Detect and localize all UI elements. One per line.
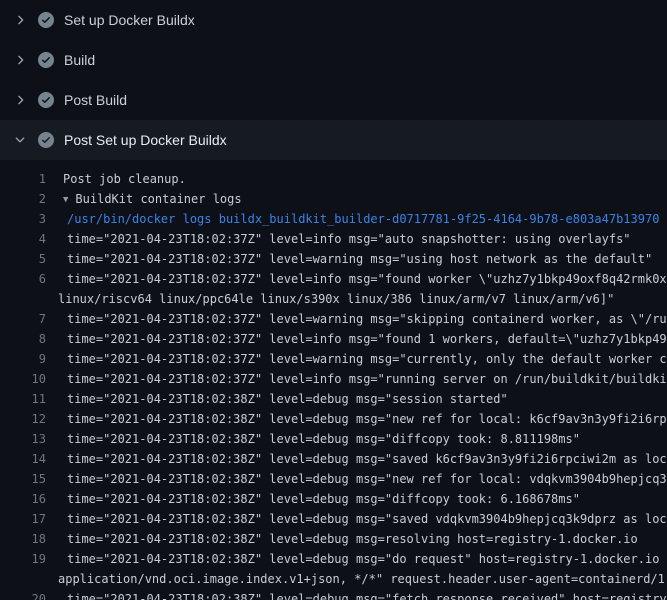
group-collapse-toggle-icon[interactable]: ▼	[63, 190, 68, 209]
log-line-continuation: application/vnd.oci.image.index.v1+json,…	[0, 569, 667, 589]
check-circle-icon	[38, 132, 54, 148]
log-text: time="2021-04-23T18:02:38Z" level=debug …	[67, 469, 667, 489]
chevron-right-icon	[12, 92, 28, 108]
log-text: time="2021-04-23T18:02:38Z" level=debug …	[67, 409, 667, 429]
line-number[interactable]: 13	[0, 429, 46, 449]
line-number[interactable]: 16	[0, 489, 46, 509]
log-text: time="2021-04-23T18:02:37Z" level=warnin…	[67, 309, 667, 329]
log-text: time="2021-04-23T18:02:37Z" level=info m…	[67, 369, 667, 389]
step-label: Set up Docker Buildx	[64, 12, 195, 28]
log-text: time="2021-04-23T18:02:38Z" level=debug …	[67, 549, 667, 569]
log-command-text: /usr/bin/docker logs buildx_buildkit_bui…	[67, 209, 659, 229]
log-line-4: 4 time="2021-04-23T18:02:37Z" level=info …	[0, 229, 667, 249]
log-line-7: 7 time="2021-04-23T18:02:37Z" level=warni…	[0, 309, 667, 329]
log-line-20: 20 time="2021-04-23T18:02:38Z" level=debu…	[0, 589, 667, 600]
step-header-post-set-up-docker-buildx[interactable]: Post Set up Docker Buildx	[0, 120, 667, 160]
log-text: time="2021-04-23T18:02:37Z" level=warnin…	[67, 349, 667, 369]
step-label: Build	[64, 52, 95, 68]
line-number[interactable]: 15	[0, 469, 46, 489]
log-line-12: 12 time="2021-04-23T18:02:38Z" level=debu…	[0, 409, 667, 429]
log-line-6: 6 time="2021-04-23T18:02:37Z" level=info …	[0, 269, 667, 289]
log-text: Post job cleanup.	[63, 169, 186, 189]
line-number[interactable]: 4	[0, 229, 46, 249]
log-group-header: ▼ BuildKit container logs	[63, 189, 242, 209]
log-text: application/vnd.oci.image.index.v1+json,…	[58, 569, 667, 589]
line-number	[0, 289, 46, 309]
line-number[interactable]: 3	[0, 209, 46, 229]
steps-list: Set up Docker Buildx Build Post Build Post …	[0, 0, 667, 160]
line-number[interactable]: 10	[0, 369, 46, 389]
log-line-19: 19 time="2021-04-23T18:02:38Z" level=debu…	[0, 549, 667, 569]
log-line-continuation: linux/riscv64 linux/ppc64le linux/s390x …	[0, 289, 667, 309]
step-label: Post Build	[64, 92, 127, 108]
log-line-14: 14 time="2021-04-23T18:02:38Z" level=debu…	[0, 449, 667, 469]
log-text: time="2021-04-23T18:02:38Z" level=debug …	[67, 429, 580, 449]
log-text: time="2021-04-23T18:02:38Z" level=debug …	[67, 589, 667, 600]
log-line-5: 5 time="2021-04-23T18:02:37Z" level=warni…	[0, 249, 667, 269]
line-number[interactable]: 14	[0, 449, 46, 469]
line-number[interactable]: 8	[0, 329, 46, 349]
step-header-post-build[interactable]: Post Build	[0, 80, 667, 120]
log-text: time="2021-04-23T18:02:38Z" level=debug …	[67, 389, 508, 409]
log-line-2: 2 ▼ BuildKit container logs	[0, 189, 667, 209]
line-number[interactable]: 7	[0, 309, 46, 329]
log-text: time="2021-04-23T18:02:38Z" level=debug …	[67, 509, 667, 529]
line-number	[0, 569, 46, 589]
line-number[interactable]: 17	[0, 509, 46, 529]
line-number[interactable]: 18	[0, 529, 46, 549]
log-line-11: 11 time="2021-04-23T18:02:38Z" level=debu…	[0, 389, 667, 409]
line-number[interactable]: 6	[0, 269, 46, 289]
line-number[interactable]: 19	[0, 549, 46, 569]
log-line-18: 18 time="2021-04-23T18:02:38Z" level=debu…	[0, 529, 667, 549]
check-circle-icon	[38, 12, 54, 28]
log-text: time="2021-04-23T18:02:38Z" level=debug …	[67, 489, 580, 509]
log-line-8: 8 time="2021-04-23T18:02:37Z" level=info …	[0, 329, 667, 349]
chevron-right-icon	[12, 12, 28, 28]
log-panel: 1 Post job cleanup. 2 ▼ BuildKit container l…	[0, 160, 667, 600]
log-text: time="2021-04-23T18:02:37Z" level=warnin…	[67, 249, 652, 269]
line-number[interactable]: 11	[0, 389, 46, 409]
step-label: Post Set up Docker Buildx	[64, 132, 227, 148]
line-number[interactable]: 2	[0, 189, 46, 209]
log-text: time="2021-04-23T18:02:37Z" level=info m…	[67, 229, 631, 249]
line-number[interactable]: 5	[0, 249, 46, 269]
log-text: linux/riscv64 linux/ppc64le linux/s390x …	[58, 289, 614, 309]
actions-log-viewer: Set up Docker Buildx Build Post Build Post …	[0, 0, 667, 600]
line-number[interactable]: 20	[0, 589, 46, 600]
log-line-1: 1 Post job cleanup.	[0, 169, 667, 189]
step-header-build[interactable]: Build	[0, 40, 667, 80]
log-line-16: 16 time="2021-04-23T18:02:38Z" level=debu…	[0, 489, 667, 509]
log-text: time="2021-04-23T18:02:38Z" level=debug …	[67, 529, 638, 549]
line-number[interactable]: 1	[0, 169, 46, 189]
log-text: time="2021-04-23T18:02:38Z" level=debug …	[67, 449, 667, 469]
check-circle-icon	[38, 92, 54, 108]
line-number[interactable]: 12	[0, 409, 46, 429]
line-number[interactable]: 9	[0, 349, 46, 369]
group-label[interactable]: BuildKit container logs	[75, 192, 241, 206]
log-text: time="2021-04-23T18:02:37Z" level=info m…	[67, 269, 667, 289]
log-line-17: 17 time="2021-04-23T18:02:38Z" level=debu…	[0, 509, 667, 529]
log-line-3: 3/usr/bin/docker logs buildx_buildkit_bu…	[0, 209, 667, 229]
chevron-right-icon	[12, 52, 28, 68]
chevron-down-icon	[12, 132, 28, 148]
log-line-9: 9 time="2021-04-23T18:02:37Z" level=warni…	[0, 349, 667, 369]
log-line-15: 15 time="2021-04-23T18:02:38Z" level=debu…	[0, 469, 667, 489]
log-text: time="2021-04-23T18:02:37Z" level=info m…	[67, 329, 667, 349]
log-line-13: 13 time="2021-04-23T18:02:38Z" level=debu…	[0, 429, 667, 449]
step-header-set-up-docker-buildx[interactable]: Set up Docker Buildx	[0, 0, 667, 40]
log-line-10: 10 time="2021-04-23T18:02:37Z" level=info…	[0, 369, 667, 389]
check-circle-icon	[38, 52, 54, 68]
